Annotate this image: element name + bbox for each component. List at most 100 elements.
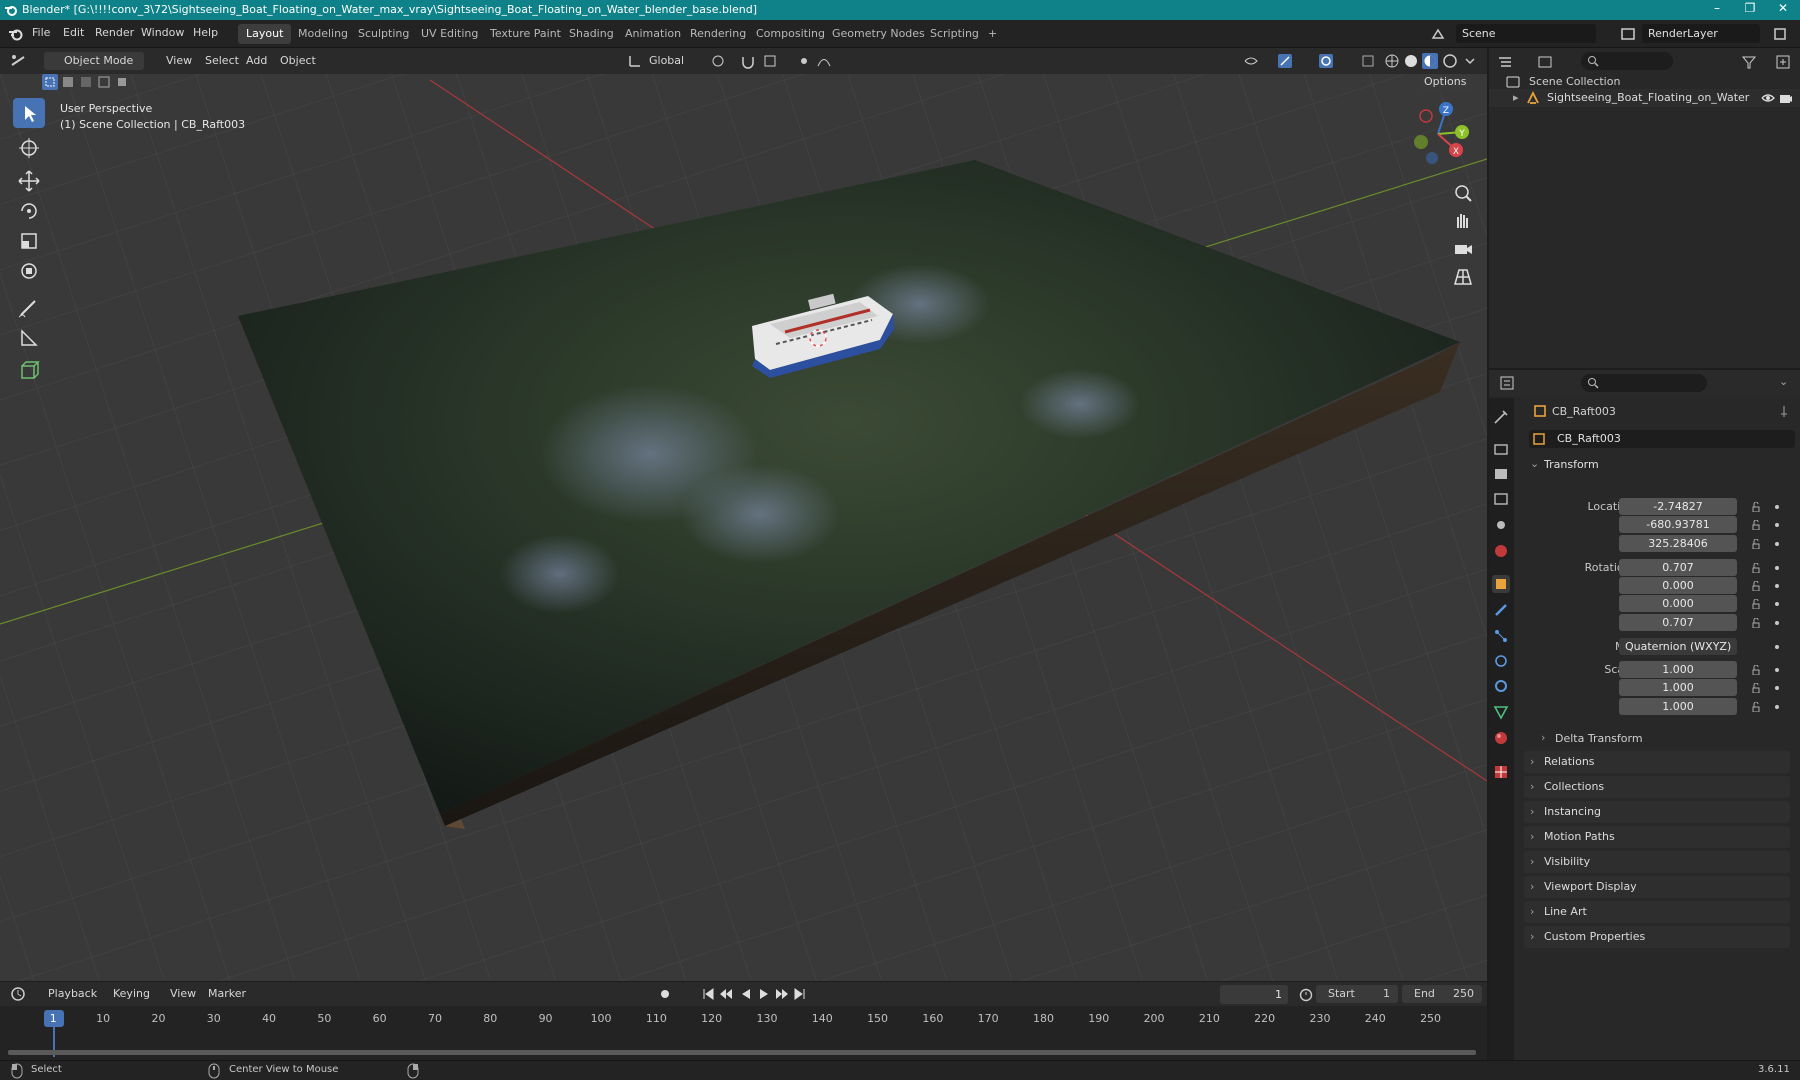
- perspective-toggle-icon[interactable]: [1450, 264, 1476, 290]
- tab-rendering[interactable]: Rendering: [682, 24, 754, 44]
- measure-tool[interactable]: [13, 323, 45, 353]
- panel-motion-paths[interactable]: › Motion Paths: [1524, 826, 1790, 848]
- menu-edit[interactable]: Edit: [63, 26, 84, 39]
- solid-shading-icon[interactable]: [1403, 53, 1419, 69]
- timeline-scrollbar[interactable]: [8, 1050, 1476, 1055]
- timeline-editor-icon[interactable]: [10, 986, 26, 1002]
- render-tab-icon[interactable]: [1492, 440, 1510, 458]
- texture-tab-icon[interactable]: [1492, 763, 1510, 781]
- lock-icon[interactable]: [1751, 502, 1761, 512]
- lock-icon[interactable]: [1751, 618, 1761, 628]
- menu-select[interactable]: Select: [199, 52, 245, 70]
- zoom-icon[interactable]: [1450, 180, 1476, 206]
- close-button[interactable]: ✕: [1768, 1, 1798, 19]
- current-frame-field[interactable]: 1: [1220, 985, 1288, 1004]
- new-layer-icon[interactable]: [1772, 26, 1788, 42]
- scale-tool[interactable]: [13, 226, 45, 256]
- minimize-button[interactable]: –: [1702, 1, 1732, 19]
- start-frame-field[interactable]: Start 1: [1316, 985, 1398, 1003]
- menu-file[interactable]: File: [32, 26, 50, 39]
- modifier-tab-icon[interactable]: [1492, 601, 1510, 619]
- render-layer-icon[interactable]: [1620, 26, 1636, 42]
- properties-editor-icon[interactable]: [1499, 375, 1515, 391]
- prev-keyframe-icon[interactable]: [718, 986, 734, 1002]
- transform-tool[interactable]: [13, 256, 45, 286]
- render-layer-selector[interactable]: RenderLayer: [1642, 24, 1760, 43]
- keyframe-dot[interactable]: [1775, 645, 1779, 649]
- gizmo-toggle-icon[interactable]: [1277, 53, 1293, 69]
- tab-layout[interactable]: Layout: [238, 24, 292, 44]
- menu-help[interactable]: Help: [193, 26, 218, 39]
- move-tool[interactable]: [13, 166, 45, 196]
- menu-object[interactable]: Object: [274, 52, 322, 70]
- scale-x-field[interactable]: 1.000: [1619, 661, 1737, 678]
- output-tab-icon[interactable]: [1492, 465, 1510, 483]
- scene-tab-icon[interactable]: [1492, 516, 1510, 534]
- add-workspace-button[interactable]: +: [980, 24, 1005, 44]
- cursor-tool[interactable]: [13, 133, 45, 163]
- select-intersect-icon[interactable]: [114, 74, 130, 90]
- lock-icon[interactable]: [1751, 665, 1761, 675]
- pan-hand-icon[interactable]: [1450, 208, 1476, 234]
- keyframe-dot[interactable]: [1775, 505, 1779, 509]
- keyframe-dot[interactable]: [1775, 542, 1779, 546]
- snap-icon[interactable]: [740, 53, 756, 69]
- navigation-gizmo[interactable]: Z Y X: [1398, 94, 1478, 174]
- play-icon[interactable]: [756, 986, 772, 1002]
- outliner-editor-icon[interactable]: [1497, 54, 1513, 70]
- display-mode-icon[interactable]: [1537, 54, 1553, 70]
- keyframe-dot[interactable]: [1775, 566, 1779, 570]
- menu-keying[interactable]: Keying: [107, 985, 156, 1003]
- material-shading-icon[interactable]: [1422, 53, 1438, 69]
- scale-z-field[interactable]: 1.000: [1619, 698, 1737, 715]
- keyframe-dot[interactable]: [1775, 705, 1779, 709]
- rotation-y-field[interactable]: 0.000: [1619, 595, 1737, 612]
- jump-end-icon[interactable]: [792, 986, 808, 1002]
- tool-tab-icon[interactable]: [1492, 408, 1510, 426]
- location-x-field[interactable]: -2.74827: [1619, 498, 1737, 515]
- lock-icon[interactable]: [1751, 563, 1761, 573]
- chevron-down-icon[interactable]: ⌄: [1779, 375, 1788, 388]
- location-z-field[interactable]: 325.28406: [1619, 535, 1737, 552]
- keyframe-dot[interactable]: [1775, 584, 1779, 588]
- keyframe-dot[interactable]: [1775, 602, 1779, 606]
- lock-icon[interactable]: [1751, 520, 1761, 530]
- scene-selector[interactable]: Scene: [1456, 24, 1596, 43]
- menu-render[interactable]: Render: [95, 26, 134, 39]
- jump-start-icon[interactable]: [700, 986, 716, 1002]
- keyframe-dot[interactable]: [1775, 668, 1779, 672]
- scene-icon[interactable]: [1430, 26, 1446, 42]
- view-layer-tab-icon[interactable]: [1492, 490, 1510, 508]
- tab-modeling[interactable]: Modeling: [290, 24, 356, 44]
- panel-viewport-display[interactable]: › Viewport Display: [1524, 876, 1790, 898]
- editor-type-icon[interactable]: [10, 53, 26, 69]
- annotate-tool[interactable]: [13, 293, 45, 323]
- tab-scripting[interactable]: Scripting: [922, 24, 987, 44]
- proportional-edit-icon[interactable]: [796, 53, 812, 69]
- keyframe-dot[interactable]: [1775, 523, 1779, 527]
- keyframe-dot[interactable]: [1775, 686, 1779, 690]
- lock-icon[interactable]: [1751, 683, 1761, 693]
- pin-icon[interactable]: [1777, 404, 1791, 418]
- panel-line-art[interactable]: › Line Art: [1524, 901, 1790, 923]
- panel-custom-properties[interactable]: › Custom Properties: [1524, 926, 1790, 948]
- play-reverse-icon[interactable]: [738, 986, 754, 1002]
- world-tab-icon[interactable]: [1492, 542, 1510, 560]
- properties-search-input[interactable]: [1581, 374, 1707, 392]
- tab-uv-editing[interactable]: UV Editing: [413, 24, 486, 44]
- rotation-mode-dropdown[interactable]: Quaternion (WXYZ): [1619, 638, 1737, 655]
- add-cube-tool[interactable]: [13, 356, 45, 386]
- panel-collections[interactable]: › Collections: [1524, 776, 1790, 798]
- shading-options-icon[interactable]: [1462, 53, 1478, 69]
- mode-dropdown[interactable]: Object Mode: [44, 52, 144, 70]
- new-collection-icon[interactable]: [1775, 54, 1791, 70]
- orientation-icon[interactable]: [627, 53, 643, 69]
- panel-relations[interactable]: › Relations: [1524, 751, 1790, 773]
- pivot-icon[interactable]: [710, 53, 726, 69]
- falloff-icon[interactable]: [816, 53, 832, 69]
- scene-collection-label[interactable]: Scene Collection: [1529, 75, 1620, 88]
- tab-geometry-nodes[interactable]: Geometry Nodes: [824, 24, 933, 44]
- camera-render-icon[interactable]: [1779, 91, 1793, 105]
- rotation-z-field[interactable]: 0.707: [1619, 614, 1737, 631]
- end-frame-field[interactable]: End 250: [1402, 985, 1482, 1003]
